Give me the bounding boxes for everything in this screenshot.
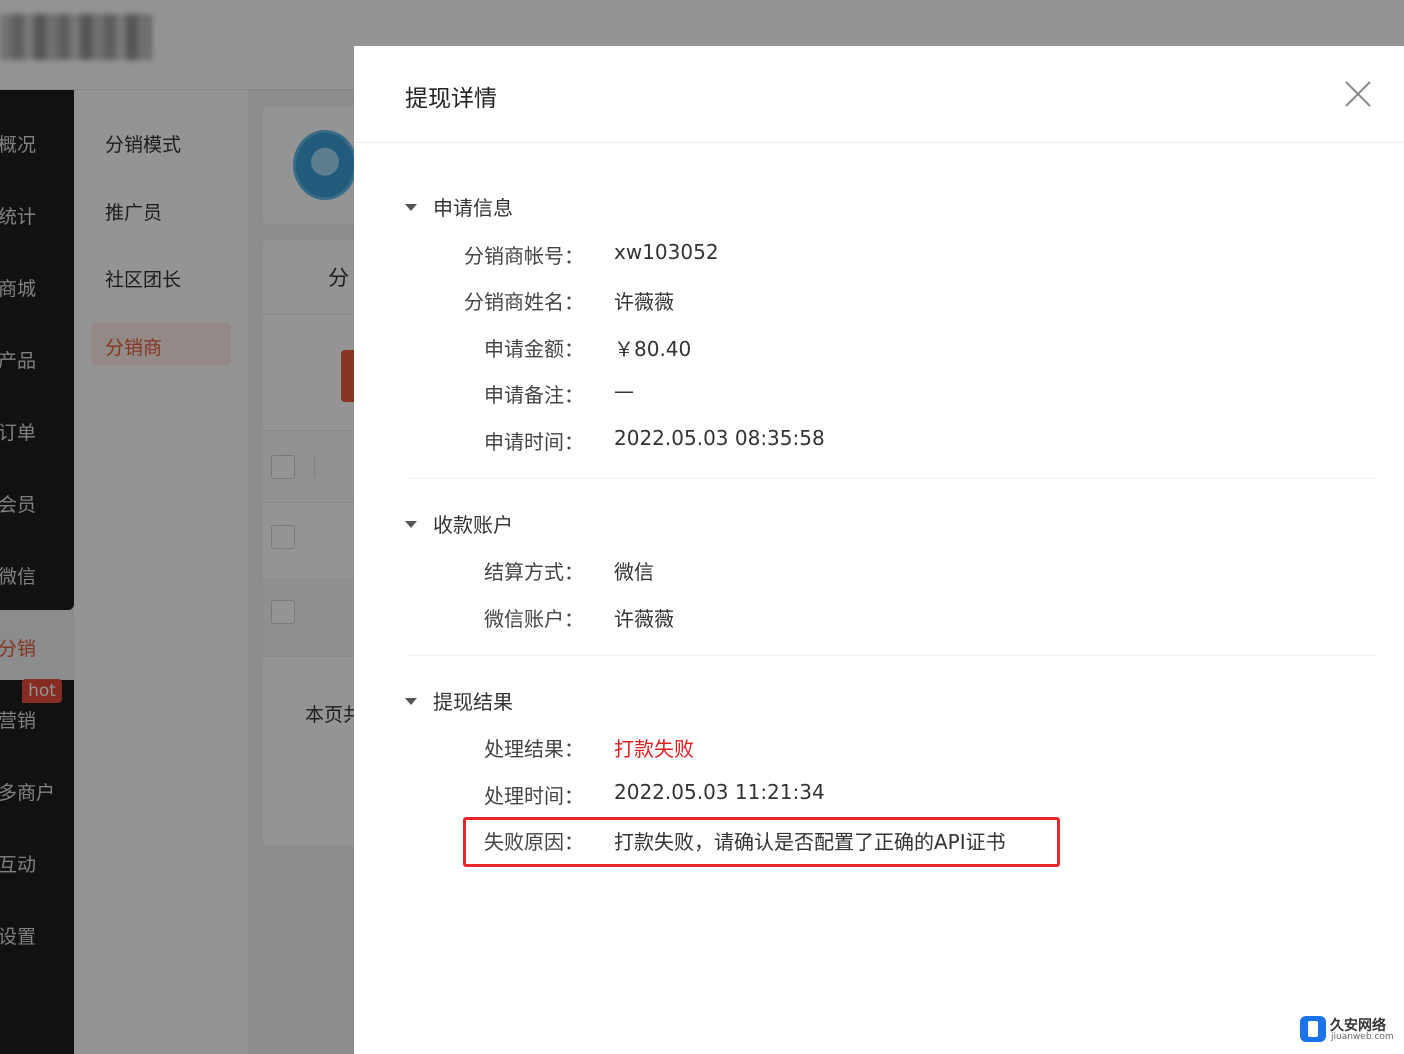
watermark: 久安网络 jiuanweb.com <box>1300 1014 1396 1044</box>
field-label: 结算方式： <box>484 560 584 584</box>
field-value-settlement-method: 微信 <box>614 560 654 584</box>
close-icon[interactable] <box>1344 80 1372 108</box>
field-value-process-result: 打款失败 <box>614 737 694 761</box>
field-label: 申请金额： <box>484 337 584 361</box>
section-withdrawal-result[interactable]: 提现结果 <box>405 686 513 715</box>
field-label: 申请时间： <box>484 430 584 454</box>
field-value-apply-time: 2022.05.03 08:35:58 <box>614 426 825 450</box>
field-label: 分销商帐号： <box>464 244 584 268</box>
caret-down-icon <box>405 521 417 528</box>
field-label: 处理时间： <box>484 784 584 808</box>
field-value-wechat-account: 许薇薇 <box>614 607 674 631</box>
watermark-domain: jiuanweb.com <box>1331 1032 1394 1042</box>
section-divider <box>407 478 1377 479</box>
field-value-distributor-account: xw103052 <box>614 240 719 264</box>
drawer-header: 提现详情 <box>354 46 1404 143</box>
watermark-logo-icon <box>1300 1016 1326 1042</box>
field-label: 微信账户： <box>484 607 584 631</box>
field-value-remark: — <box>614 379 634 403</box>
failure-reason-highlight <box>463 817 1060 867</box>
field-value-distributor-name: 许薇薇 <box>614 290 674 314</box>
field-value-amount: ￥80.40 <box>614 337 692 361</box>
field-label: 分销商姓名： <box>464 290 584 314</box>
field-value-process-time: 2022.05.03 11:21:34 <box>614 780 825 804</box>
section-divider <box>407 655 1377 656</box>
caret-down-icon <box>405 698 417 705</box>
withdrawal-detail-drawer: 提现详情 申请信息 分销商帐号： xw103052 分销商姓名： 许薇薇 申请金… <box>354 46 1404 1054</box>
field-label: 申请备注： <box>484 383 584 407</box>
section-application-info[interactable]: 申请信息 <box>405 192 513 221</box>
drawer-title: 提现详情 <box>405 86 497 112</box>
section-payee-account[interactable]: 收款账户 <box>405 509 513 538</box>
caret-down-icon <box>405 204 417 211</box>
field-label: 处理结果： <box>484 737 584 761</box>
